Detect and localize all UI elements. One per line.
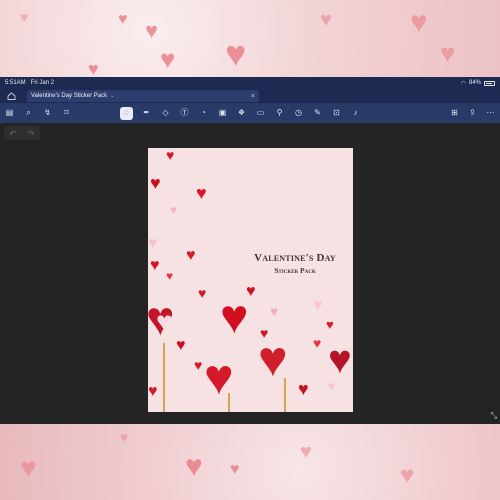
- ipad-screen: 5:51AM Fri Jan 2 ◠ 84% Valentine's Day S…: [0, 77, 500, 424]
- toolbar: ▤ ⌕ ↯ ⌑ ◌ ✒ ◇ Ⓣ ◔ ▣ ❖ ▭ ⚲ ◷ ✎ ⊡ ♪ ⊞ ⇪ ⋯: [0, 103, 500, 123]
- undo-redo-group: ↶ ↷: [4, 126, 40, 140]
- scan-icon[interactable]: ⊡: [331, 108, 342, 119]
- lasso-icon[interactable]: ◌: [120, 106, 133, 120]
- heart-decoration: ♥: [160, 44, 176, 74]
- tab-bar: Valentine's Day Sticker Pack ⌄ ×: [0, 89, 500, 103]
- image-icon[interactable]: ▣: [217, 108, 228, 119]
- pen-icon[interactable]: ✒: [141, 108, 152, 119]
- tab-document[interactable]: Valentine's Day Sticker Pack ⌄ ×: [27, 90, 259, 102]
- microphone-icon[interactable]: ♪: [350, 108, 361, 119]
- heart-decoration: ♥: [440, 38, 456, 68]
- heart-decoration: ♥: [170, 203, 178, 217]
- text-box-icon[interactable]: Ⓣ: [179, 108, 190, 119]
- sidebar-icon[interactable]: ▤: [4, 108, 15, 119]
- lollipop-stick: [163, 343, 165, 412]
- home-icon[interactable]: [5, 91, 17, 101]
- share-arrow-icon[interactable]: ↯: [42, 108, 53, 119]
- heart-decoration: ♥: [88, 59, 99, 77]
- heart-decoration: ♥: [20, 452, 37, 483]
- tab-title: Valentine's Day Sticker Pack: [31, 93, 108, 99]
- chevron-down-icon[interactable]: ⌄: [110, 93, 114, 99]
- heart-decoration: ♥: [166, 148, 175, 163]
- export-icon[interactable]: ⇪: [467, 108, 478, 119]
- more-icon[interactable]: ⋯: [485, 108, 496, 119]
- heart-decoration: ♥: [185, 450, 203, 483]
- wallpaper-top: ♥ ♥ ♥ ♥ ♥ ♥ ♥ ♥ ♥: [0, 0, 500, 77]
- lollipop-heart-center: ♥: [156, 306, 173, 337]
- status-bar: 5:51AM Fri Jan 2 ◠ 84%: [0, 77, 500, 89]
- wallpaper-bottom: ♥ ♥ ♥ ♥ ♥ ♥: [0, 424, 500, 500]
- add-page-icon[interactable]: ⊞: [449, 108, 460, 119]
- shape-icon[interactable]: ◔: [198, 108, 209, 119]
- striped-heart: ♥: [258, 331, 288, 387]
- heart-decoration: ♥: [166, 269, 174, 283]
- heart-decoration: ♥: [270, 303, 279, 319]
- status-date: Fri Jan 2: [30, 80, 55, 86]
- search-icon[interactable]: ⌕: [23, 108, 34, 119]
- document-page[interactable]: ♥ ♥ ♥ ♥ ♥ ♥ ♥ ♥ ♥ ♥ ♥ ♥ ♥ ♥ ♥ ♥ ♥ ♥ ♥ ♥ …: [148, 148, 353, 412]
- heart-decoration: ♥: [298, 379, 309, 399]
- heart-decoration: ♥: [313, 297, 323, 314]
- heart-decoration: ♥: [300, 441, 312, 463]
- heart-decoration: ♥: [150, 173, 161, 193]
- heart-decoration: ♥: [326, 317, 334, 332]
- resize-handle-icon[interactable]: ⤡: [491, 411, 497, 421]
- bookmark-icon[interactable]: ⌑: [61, 108, 72, 119]
- patterned-heart: ♥: [328, 338, 352, 382]
- glossy-heart: ♥: [220, 291, 249, 344]
- close-icon[interactable]: ×: [251, 93, 255, 100]
- heart-decoration: ♥: [118, 11, 128, 28]
- heart-decoration: ♥: [196, 183, 207, 203]
- heart-decoration: ♥: [148, 235, 158, 252]
- heart-decoration: ♥: [225, 33, 247, 74]
- heart-decoration: ♥: [150, 257, 160, 274]
- timer-icon[interactable]: ◷: [293, 108, 304, 119]
- sticker-icon[interactable]: ❖: [236, 108, 247, 119]
- heart-decoration: ♥: [145, 18, 159, 43]
- redo-icon[interactable]: ↷: [28, 129, 35, 138]
- page-subtitle: Sticker Pack: [274, 266, 316, 275]
- wifi-icon: ◠: [460, 80, 466, 87]
- highlighter-icon[interactable]: ▭: [255, 108, 266, 119]
- page-title: Valentine's Day: [254, 252, 336, 264]
- battery-icon: [484, 80, 495, 86]
- undo-icon[interactable]: ↶: [10, 129, 17, 138]
- link-icon[interactable]: ⚲: [274, 108, 285, 119]
- heart-decoration: ♥: [410, 6, 428, 39]
- pencil-icon[interactable]: ✎: [312, 108, 323, 119]
- heart-decoration: ♥: [320, 9, 332, 31]
- heart-decoration: ♥: [400, 462, 415, 489]
- heart-decoration: ♥: [148, 383, 158, 400]
- heart-decoration: ♥: [120, 429, 129, 445]
- heart-decoration: ♥: [176, 337, 186, 354]
- heart-decoration: ♥: [230, 461, 240, 478]
- striped-heart: ♥: [204, 349, 234, 405]
- battery-percent: 84%: [468, 80, 481, 86]
- status-time: 5:51AM: [5, 80, 26, 86]
- heart-decoration: ♥: [194, 357, 203, 373]
- heart-decoration: ♥: [186, 247, 196, 264]
- heart-decoration: ♥: [198, 285, 207, 301]
- heart-decoration: ♥: [313, 335, 322, 351]
- eraser-icon[interactable]: ◇: [160, 108, 171, 119]
- heart-decoration: ♥: [20, 9, 29, 25]
